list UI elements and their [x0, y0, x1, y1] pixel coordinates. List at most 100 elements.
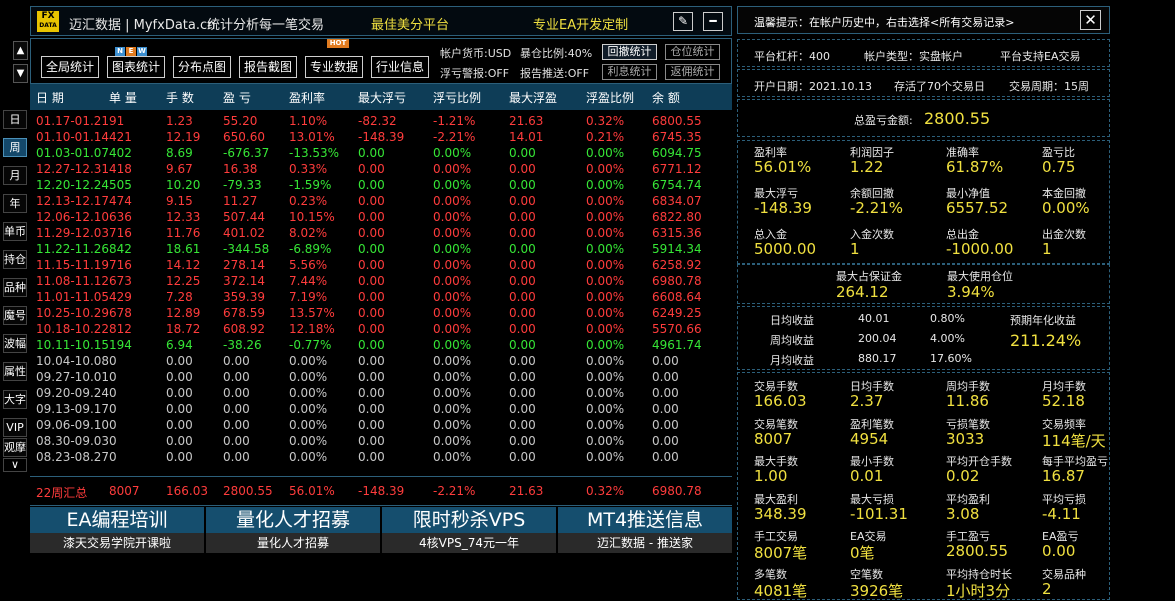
- table-cell: 0.32%: [586, 114, 625, 128]
- chart-stats-button[interactable]: 图表统计: [107, 56, 165, 78]
- scroll-up-button[interactable]: ▲: [13, 41, 28, 60]
- table-row[interactable]: 08.30-09.03 0 0.00 0.00 0.00% 0.00 0.00% 0.00 0.…: [30, 433, 732, 449]
- table-cell: 0.00: [166, 386, 193, 400]
- platform-link[interactable]: 最佳美分平台: [371, 14, 449, 33]
- table-row[interactable]: 10.04-10.08 0 0.00 0.00 0.00% 0.00 0.00% 0.00 0.…: [30, 353, 732, 369]
- table-cell: 0.00: [358, 322, 385, 336]
- side-button[interactable]: 魔号: [3, 306, 27, 325]
- industry-info-button[interactable]: 行业信息: [371, 56, 429, 78]
- table-cell: 0.00: [358, 386, 385, 400]
- scroll-down-button[interactable]: ▼: [13, 64, 28, 83]
- table-row[interactable]: 09.06-09.10 0 0.00 0.00 0.00% 0.00 0.00% 0.00 0.…: [30, 417, 732, 433]
- side-button[interactable]: 品种: [3, 278, 27, 297]
- table-row[interactable]: 10.25-10.29 678 12.89 678.59 13.57% 0.00 0.00%…: [30, 305, 732, 321]
- side-button[interactable]: 波幅: [3, 334, 27, 353]
- metric-value: 8007笔: [754, 544, 808, 562]
- distribution-plot-button[interactable]: 分布点图: [173, 56, 231, 78]
- logo-text-top: FX: [41, 11, 55, 21]
- column-header[interactable]: 余 额: [652, 89, 680, 106]
- report-screenshot-button[interactable]: 报告截图: [239, 56, 297, 78]
- minimize-icon[interactable]: ━: [703, 12, 723, 31]
- side-button[interactable]: 观摩: [3, 438, 27, 457]
- side-button[interactable]: 单币: [3, 222, 27, 241]
- close-icon[interactable]: ✕: [1080, 10, 1101, 30]
- pro-data-button[interactable]: 专业数据: [305, 56, 363, 78]
- column-header[interactable]: 浮盈比例: [586, 89, 634, 106]
- table-cell: 0.00: [358, 418, 385, 432]
- column-header[interactable]: 手 数: [166, 89, 194, 106]
- side-button[interactable]: 年: [3, 194, 27, 213]
- column-header[interactable]: 最大浮盈: [509, 89, 557, 106]
- edit-icon[interactable]: ✎: [673, 12, 693, 31]
- column-header[interactable]: 盈 亏: [223, 89, 251, 106]
- column-header[interactable]: 盈利率: [289, 89, 325, 106]
- interest-stats-button[interactable]: 利息统计: [602, 64, 657, 80]
- table-row[interactable]: 12.06-12.10 636 12.33 507.44 10.15% 0.00 0.00%…: [30, 209, 732, 225]
- float-loss-alert[interactable]: 浮亏警报:OFF: [440, 65, 509, 81]
- column-header[interactable]: 浮亏比例: [433, 89, 481, 106]
- table-cell: 0.00: [166, 402, 193, 416]
- banner-mt4-push[interactable]: MT4推送信息 迈汇数据 - 推送家: [558, 507, 732, 553]
- ea-dev-link[interactable]: 专业EA开发定制: [533, 14, 628, 33]
- fx-data-logo: FX DATA: [37, 11, 59, 32]
- table-cell: -344.58: [223, 242, 270, 256]
- table-cell: 6.94: [166, 338, 193, 352]
- table-cell: 7.44%: [289, 274, 328, 288]
- side-button[interactable]: 属性: [3, 362, 27, 381]
- table-cell: 0.00: [509, 194, 536, 208]
- table-cell: 6800.55: [652, 114, 702, 128]
- banner-quant-recruit[interactable]: 量化人才招募 量化人才招募: [206, 507, 380, 553]
- stats-panel: FX DATA 迈汇数据 | MyfxData.cn 统计分析每一笔交易 最佳美…: [30, 6, 732, 554]
- table-cell: 716: [109, 258, 132, 272]
- table-row[interactable]: 12.20-12.24 505 10.20 -79.33 -1.59% 0.00 0.00%…: [30, 177, 732, 193]
- table-row[interactable]: 11.15-11.19 716 14.12 278.14 5.56% 0.00 0.00% 0…: [30, 257, 732, 273]
- summary-cell: 8007: [109, 484, 140, 498]
- more-chevron-icon[interactable]: ∨: [3, 458, 27, 472]
- side-button[interactable]: 周: [3, 138, 27, 157]
- table-cell: 0.00%: [433, 306, 472, 320]
- report-push[interactable]: 报告推送:OFF: [520, 65, 589, 81]
- table-row[interactable]: 09.20-09.24 0 0.00 0.00 0.00% 0.00 0.00% 0.00 0.…: [30, 385, 732, 401]
- global-stats-button[interactable]: 全局统计: [41, 56, 99, 78]
- banner-title: 量化人才招募: [206, 507, 380, 533]
- table-cell: 13.01%: [289, 130, 335, 144]
- side-button[interactable]: 持仓: [3, 250, 27, 269]
- drawdown-stats-button[interactable]: 回撤统计: [602, 44, 657, 60]
- table-row[interactable]: 10.18-10.22 812 18.72 608.92 12.18% 0.00 0.00%…: [30, 321, 732, 337]
- metric-value: 0.02: [946, 467, 980, 485]
- side-button[interactable]: 月: [3, 166, 27, 185]
- banner-vps-sale[interactable]: 限时秒杀VPS 4核VPS_74元一年: [382, 507, 556, 553]
- side-button[interactable]: 大字: [3, 390, 27, 409]
- column-header[interactable]: 最大浮亏: [358, 89, 406, 106]
- table-cell: 0.00: [652, 450, 679, 464]
- table-row[interactable]: 11.29-12.03 716 11.76 401.02 8.02% 0.00 0.00% 0…: [30, 225, 732, 241]
- side-button[interactable]: VIP: [3, 418, 27, 437]
- column-header[interactable]: 单 量: [109, 89, 137, 106]
- table-cell: 7.19%: [289, 290, 328, 304]
- table-cell: 11.76: [166, 226, 201, 240]
- rebate-stats-button[interactable]: 返佣统计: [665, 64, 720, 80]
- position-stats-button[interactable]: 仓位统计: [665, 44, 720, 60]
- table-row[interactable]: 09.13-09.17 0 0.00 0.00 0.00% 0.00 0.00% 0.00 0.…: [30, 401, 732, 417]
- table-cell: -79.33: [223, 178, 262, 192]
- table-row[interactable]: 01.03-01.07 402 8.69 -676.37 -13.53% 0.00 0.00…: [30, 145, 732, 161]
- banner-ea-training[interactable]: EA编程培训 漆天交易学院开课啦: [30, 507, 204, 553]
- table-cell: 507.44: [223, 210, 265, 224]
- total-profit-value: 2800.55: [924, 109, 991, 128]
- table-row[interactable]: 12.13-12.17 474 9.15 11.27 0.23% 0.00 0.00% 0.0…: [30, 193, 732, 209]
- table-row[interactable]: 01.10-01.14 421 12.19 650.60 13.01% -148.39 -2…: [30, 129, 732, 145]
- table-cell: 0: [109, 434, 117, 448]
- table-row[interactable]: 12.27-12.31 418 9.67 16.38 0.33% 0.00 0.00% 0.0…: [30, 161, 732, 177]
- table-cell: 09.20-09.24: [36, 386, 110, 400]
- table-cell: 418: [109, 162, 132, 176]
- table-row[interactable]: 11.22-11.26 842 18.61 -344.58 -6.89% 0.00 0.00…: [30, 241, 732, 257]
- table-row[interactable]: 11.01-11.05 429 7.28 359.39 7.19% 0.00 0.00% 0.…: [30, 289, 732, 305]
- new-badge-n: N: [115, 47, 125, 56]
- table-row[interactable]: 01.17-01.21 91 1.23 55.20 1.10% -82.32 -1.21% 2…: [30, 113, 732, 129]
- table-row[interactable]: 08.23-08.27 0 0.00 0.00 0.00% 0.00 0.00% 0.00 0.…: [30, 449, 732, 465]
- column-header[interactable]: 日 期: [36, 89, 64, 106]
- table-row[interactable]: 11.08-11.12 673 12.25 372.14 7.44% 0.00 0.00% 0…: [30, 273, 732, 289]
- table-row[interactable]: 09.27-10.01 0 0.00 0.00 0.00% 0.00 0.00% 0.00 0.…: [30, 369, 732, 385]
- side-button[interactable]: 日: [3, 110, 27, 129]
- table-row[interactable]: 10.11-10.15 194 6.94 -38.26 -0.77% 0.00 0.00% 0…: [30, 337, 732, 353]
